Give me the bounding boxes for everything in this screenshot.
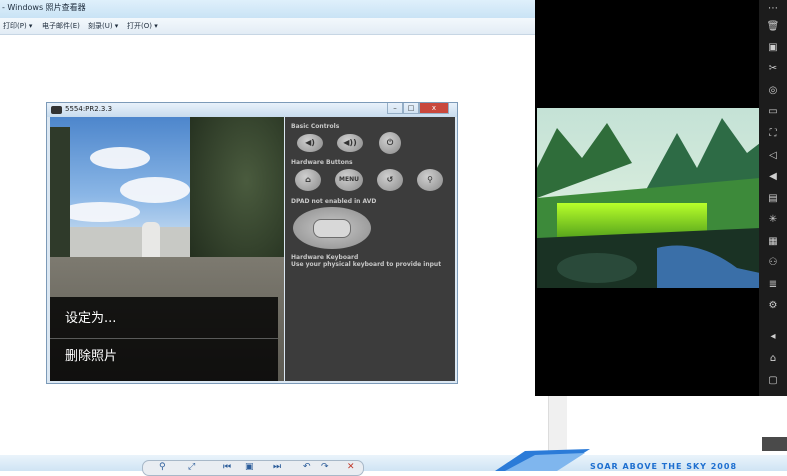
hardware-buttons-label: Hardware Buttons <box>291 159 353 166</box>
dpad-control[interactable] <box>293 207 371 249</box>
search-button[interactable]: ⚲ <box>417 169 443 191</box>
shake-icon[interactable]: ✳ <box>766 213 780 227</box>
emulator-title: 5554:PR2.3.3 <box>65 105 113 113</box>
emulator-logo-icon <box>51 106 62 114</box>
emulator-window: 5554:PR2.3.3 – □ x 设定为... 删除照片 Basic Con… <box>46 102 458 384</box>
menu-open[interactable]: 打开(O) ▾ <box>127 21 158 31</box>
qr-icon[interactable]: ▦ <box>766 235 780 249</box>
desktop-wallpaper-brand: SOAR ABOVE THE SKY 2008 <box>495 447 787 471</box>
context-menu: 设定为... 删除照片 <box>50 297 278 381</box>
scissors-icon[interactable]: ✂ <box>766 62 780 76</box>
cloud <box>120 177 190 203</box>
viewer-controls: ⚲ ⤢ ⏮ ▣ ⏭ ↶ ↷ ✕ <box>142 460 364 476</box>
volume-down-icon[interactable]: ◁ <box>766 149 780 163</box>
emulator-controls-panel: Basic Controls ◀) ◀)) ⏻ Hardware Buttons… <box>285 117 455 381</box>
fullscreen-icon[interactable]: ⛶ <box>766 127 780 141</box>
menu-email[interactable]: 电子邮件(E) <box>42 21 80 31</box>
volume-down-button[interactable]: ◀) <box>297 134 323 152</box>
menu-bar: 打印(P) ▾ 电子邮件(E) 刻录(U) ▾ 打开(O) ▾ <box>0 18 540 35</box>
multi-instance-icon[interactable]: ≣ <box>766 278 780 292</box>
more-icon[interactable]: ⋯ <box>766 2 780 16</box>
keyboard-hint: Use your physical keyboard to provide in… <box>291 261 442 268</box>
host-titlebar: - Windows 照片查看器 <box>0 0 540 19</box>
volume-up-icon: ◀)) <box>343 138 357 147</box>
emulator-toolbar: ⋯ 🗑 ▣ ✂ ◎ ▭ ⛶ ◁ ◀ ▤ ✳ ▦ ⚇ ≣ ⚙ ◂ ⌂ ▢ <box>759 0 787 396</box>
recent-icon[interactable]: ▢ <box>766 374 780 388</box>
delete-photo-item[interactable]: 删除照片 <box>65 345 117 364</box>
photo-tree <box>50 127 70 277</box>
home-button[interactable]: ⌂ <box>295 169 321 191</box>
photo-statue <box>142 222 160 262</box>
menu-divider <box>50 338 278 339</box>
back-icon[interactable]: ◂ <box>766 330 780 344</box>
emulator-titlebar: 5554:PR2.3.3 – □ x <box>47 103 457 117</box>
volume-up-button[interactable]: ◀)) <box>337 134 363 152</box>
power-button[interactable]: ⏻ <box>379 132 401 154</box>
screenshot-icon[interactable]: ▣ <box>766 41 780 55</box>
menu-print[interactable]: 打印(P) ▾ <box>3 21 32 31</box>
photo-tree <box>190 117 284 277</box>
cloud <box>60 202 140 222</box>
emulator-screen[interactable]: 设定为... 删除照片 <box>50 117 284 381</box>
video-frame <box>537 108 760 288</box>
keyboard-label: Hardware Keyboard <box>291 254 359 261</box>
dpad-label: DPAD not enabled in AVD <box>291 198 377 205</box>
system-tray[interactable] <box>762 437 787 451</box>
home-icon[interactable]: ⌂ <box>766 352 780 366</box>
cloud <box>90 147 150 169</box>
brand-logo <box>495 449 590 471</box>
trash-icon[interactable]: 🗑 <box>766 20 780 34</box>
home-icon: ⌂ <box>305 175 311 184</box>
maximize-button[interactable]: □ <box>403 103 419 114</box>
screen-icon[interactable]: ▭ <box>766 105 780 119</box>
menu-button[interactable]: MENU <box>335 169 363 191</box>
basic-controls-label: Basic Controls <box>291 123 340 130</box>
search-icon: ⚲ <box>427 175 433 184</box>
minimize-button[interactable]: – <box>387 103 403 114</box>
dpad-center-button[interactable] <box>313 219 351 238</box>
back-button[interactable]: ↺ <box>377 169 403 191</box>
window-title: - Windows 照片查看器 <box>2 3 86 12</box>
close-button[interactable]: x <box>419 103 449 114</box>
location-icon[interactable]: ◎ <box>766 84 780 98</box>
install-icon[interactable]: ▤ <box>766 192 780 206</box>
volume-down-icon: ◀) <box>305 138 315 147</box>
gamepad-icon[interactable]: ⚇ <box>766 256 780 270</box>
brand-slogan: SOAR ABOVE THE SKY 2008 <box>590 462 738 471</box>
settings-icon[interactable]: ⚙ <box>766 299 780 313</box>
back-icon: ↺ <box>386 175 394 184</box>
landscape-image <box>537 108 760 288</box>
power-icon: ⏻ <box>386 138 394 147</box>
volume-up-icon[interactable]: ◀ <box>766 170 780 184</box>
menu-burn[interactable]: 刻录(U) ▾ <box>88 21 118 31</box>
set-as-item[interactable]: 设定为... <box>65 307 116 326</box>
